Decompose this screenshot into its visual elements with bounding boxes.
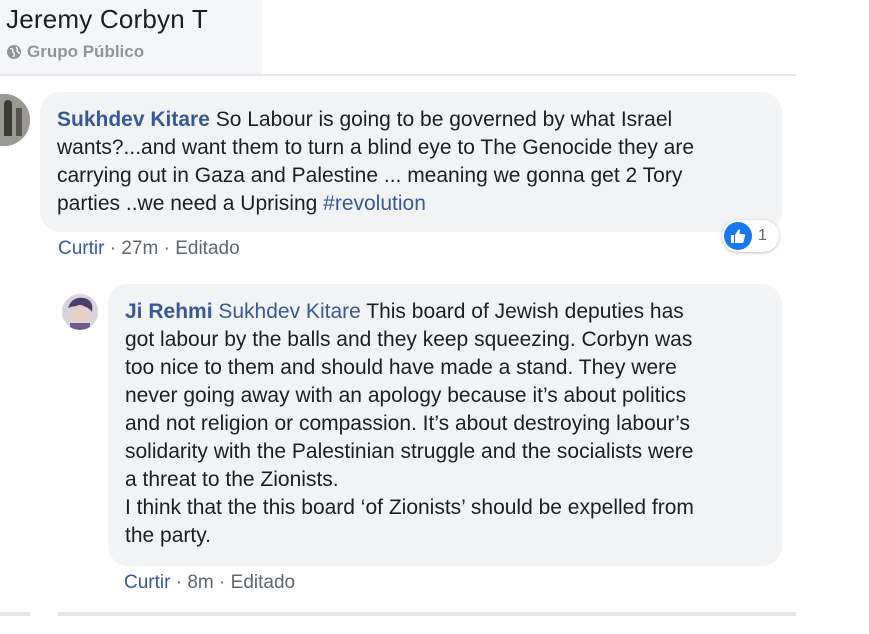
group-header: Jeremy Corbyn T Grupo Público (0, 0, 262, 75)
comment-text: and not religion or compassion. It’s abo… (125, 412, 691, 435)
hashtag-link[interactable]: #revolution (323, 192, 426, 215)
mention-link[interactable]: Sukhdev Kitare (218, 300, 360, 323)
group-privacy: Grupo Público (6, 42, 144, 62)
avatar[interactable] (62, 294, 98, 330)
comment-text: So Labour is going to be governed by wha… (209, 108, 673, 131)
comment-text: a threat to the Zionists. (125, 468, 339, 491)
like-button[interactable]: Curtir (58, 238, 104, 259)
comment-actions: Curtir · 8m · Editado (124, 572, 295, 594)
group-privacy-label: Grupo Público (27, 42, 145, 61)
globe-icon (6, 44, 22, 60)
comment-bubble: Sukhdev Kitare So Labour is going to be … (40, 92, 782, 232)
comment-text: wants?...and want them to turn a blind e… (57, 136, 695, 159)
comment-text: carrying out in Gaza and Palestine ... m… (57, 164, 683, 187)
like-thumb-icon (724, 222, 752, 250)
comment-text: got labour by the balls and they keep sq… (125, 328, 693, 351)
comment-text: never going away with an apology because… (125, 384, 687, 407)
edited-label[interactable]: Editado (231, 572, 295, 593)
comment-text: parties ..we need a Uprising (57, 192, 324, 215)
separator: · (109, 238, 122, 259)
reaction-count: 1 (758, 227, 767, 244)
comment-text: too nice to them and should have made a … (125, 356, 677, 379)
comment-line: Ji Rehmi Sukhdev Kitare This board of Je… (125, 298, 684, 326)
like-button[interactable]: Curtir (124, 572, 170, 593)
comment-line: Sukhdev Kitare So Labour is going to be … (57, 106, 672, 134)
comment-author[interactable]: Ji Rehmi (125, 300, 213, 323)
group-title[interactable]: Jeremy Corbyn T (6, 4, 208, 35)
comment-timestamp[interactable]: 27m (121, 238, 158, 259)
comment-text: This board of Jewish deputies has (360, 300, 684, 323)
divider (0, 612, 796, 616)
separator: · (219, 572, 231, 593)
reaction-summary[interactable]: 1 (722, 220, 779, 252)
comment-author[interactable]: Sukhdev Kitare (57, 108, 210, 131)
edited-label[interactable]: Editado (175, 238, 239, 259)
comment-text: the party. (125, 524, 211, 547)
comment-text: solidarity with the Palestinian struggle… (125, 440, 694, 463)
comment-line: parties ..we need a Uprising #revolution (57, 190, 426, 218)
comment-actions: Curtir · 27m · Editado (58, 238, 240, 260)
comment-text: I think that the this board ‘of Zionists… (125, 496, 694, 519)
separator: · (175, 572, 188, 593)
avatar[interactable] (0, 94, 30, 146)
divider-gap (30, 612, 58, 616)
separator: · (163, 238, 176, 259)
comment-bubble: Ji Rehmi Sukhdev Kitare This board of Je… (108, 284, 782, 566)
divider (0, 74, 796, 76)
comment-timestamp[interactable]: 8m (187, 572, 213, 593)
